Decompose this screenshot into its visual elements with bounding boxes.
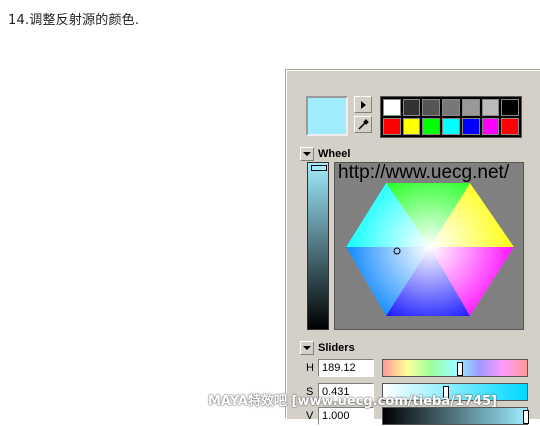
sliders-section-header[interactable]: Sliders [300, 340, 532, 356]
palette-swatch[interactable] [383, 118, 401, 135]
color-wheel-area[interactable] [334, 162, 524, 330]
value-slider[interactable] [382, 407, 529, 425]
color-palette [380, 96, 522, 138]
url-watermark: http://www.uecg.net/ [338, 162, 510, 183]
collapse-triangle-icon[interactable] [300, 341, 314, 355]
value-value-field[interactable]: 1.000 [318, 407, 374, 425]
slider-row-v: V 1.000 [306, 406, 529, 426]
palette-swatch[interactable] [461, 99, 480, 116]
site-watermark: MAYA特效吧 [www.uecg.com/tieba/1745] [208, 394, 497, 409]
palette-swatch[interactable] [422, 99, 441, 116]
channel-label: V [306, 410, 314, 422]
hue-slider[interactable] [382, 359, 528, 377]
palette-swatch[interactable] [442, 118, 460, 135]
palette-swatch[interactable] [402, 118, 421, 135]
hue-slider-knob[interactable] [457, 362, 463, 376]
wheel-section-header[interactable]: Wheel [300, 146, 532, 162]
collapse-triangle-icon[interactable] [300, 147, 314, 161]
wheel-section-label: Wheel [318, 148, 351, 160]
current-color-swatch[interactable] [306, 96, 348, 136]
play-arrow-icon [361, 100, 366, 109]
palette-swatch[interactable] [481, 99, 500, 116]
palette-swatch[interactable] [442, 99, 460, 116]
slider-row-h: H 189.12 [306, 358, 528, 378]
palette-swatch[interactable] [501, 99, 519, 116]
value-slider-knob[interactable] [523, 410, 529, 424]
palette-swatch[interactable] [501, 118, 519, 135]
palette-swatch[interactable] [383, 99, 401, 116]
palette-swatch[interactable] [461, 118, 480, 135]
color-hexagon[interactable] [335, 163, 523, 329]
caption-text: 14.调整反射源的颜色. [8, 13, 140, 28]
channel-label: H [306, 362, 314, 374]
expand-arrow-button[interactable] [354, 96, 372, 113]
value-slider-handle[interactable] [311, 165, 327, 171]
palette-swatch[interactable] [481, 118, 500, 135]
sliders-section-label: Sliders [318, 342, 355, 354]
palette-swatch[interactable] [422, 118, 441, 135]
eyedropper-button[interactable] [354, 116, 372, 133]
palette-swatch[interactable] [402, 99, 421, 116]
hue-value-field[interactable]: 189.12 [318, 359, 374, 377]
eyedropper-icon [358, 118, 369, 130]
value-vertical-slider[interactable] [307, 162, 329, 330]
